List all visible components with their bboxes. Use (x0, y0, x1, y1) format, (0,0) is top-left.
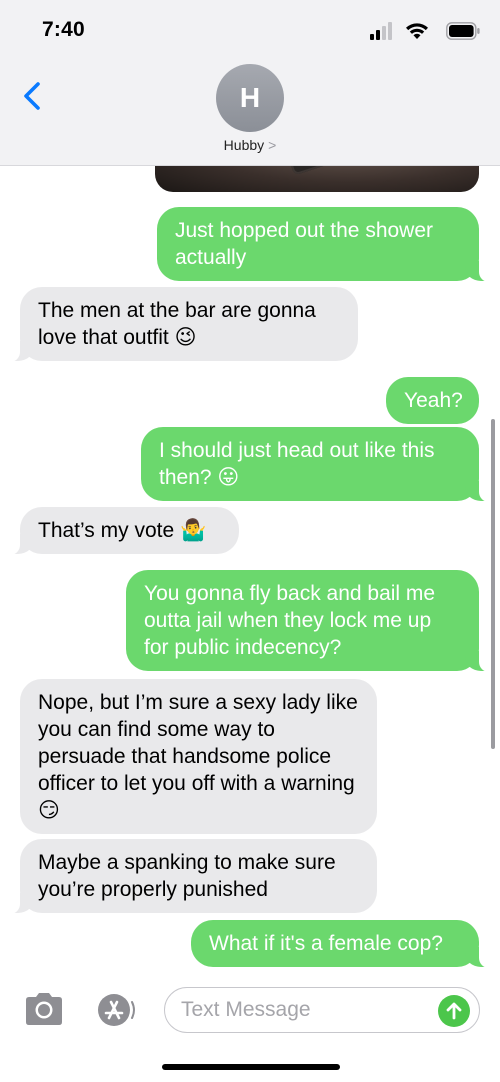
wifi-icon (406, 23, 428, 39)
camera-icon[interactable] (22, 991, 66, 1027)
message-text: I should just head out like this then? 😛 (159, 439, 435, 489)
conversation-header: 7:40 H Hubby > (0, 0, 500, 166)
contact-name[interactable]: Hubby > (0, 137, 500, 153)
scrollbar[interactable] (491, 419, 495, 749)
message-bubble-received[interactable]: That’s my vote 🤷‍♂️ (10, 507, 239, 555)
home-indicator[interactable] (162, 1064, 340, 1070)
message-text: Maybe a spanking to make sure you’re pro… (38, 851, 336, 901)
contact-name-label: Hubby (223, 137, 265, 153)
cellular-signal-icon (370, 22, 392, 40)
message-bubble-sent[interactable]: You gonna fly back and bail me outta jai… (126, 570, 489, 672)
message-text: Yeah? (404, 389, 463, 412)
message-bubble-sent[interactable]: Just hopped out the shower actually (157, 207, 489, 282)
message-text: The men at the bar are gonna love that o… (38, 299, 316, 349)
message-bubble-sent[interactable]: Yeah? (386, 377, 479, 424)
contact-avatar[interactable]: H (216, 64, 284, 132)
photo-attachment[interactable] (155, 166, 479, 192)
message-text: That’s my vote 🤷‍♂️ (38, 519, 207, 542)
back-chevron-icon[interactable] (18, 80, 46, 112)
chevron-right-icon: > (268, 137, 277, 153)
battery-icon (446, 22, 480, 40)
message-bubble-received[interactable]: Nope, but I’m sure a sexy lady like you … (20, 679, 377, 834)
message-text: You gonna fly back and bail me outta jai… (144, 582, 436, 659)
message-text: What if it's a female cop? (209, 932, 443, 955)
message-bubble-sent[interactable]: What if it's a female cop? (191, 920, 489, 968)
message-text: Just hopped out the shower actually (175, 219, 434, 269)
message-bubble-received[interactable]: Maybe a spanking to make sure you’re pro… (10, 839, 377, 914)
app-store-icon[interactable] (94, 992, 138, 1028)
status-time: 7:40 (42, 18, 85, 41)
message-bubble-sent[interactable]: I should just head out like this then? 😛 (141, 427, 489, 502)
arrow-up-icon (446, 1002, 462, 1020)
message-field[interactable] (164, 987, 480, 1033)
message-text: Nope, but I’m sure a sexy lady like you … (38, 691, 358, 822)
message-list[interactable]: Just hopped out the shower actually The … (0, 166, 500, 978)
message-input[interactable] (181, 996, 421, 1024)
message-bubble-received[interactable]: The men at the bar are gonna love that o… (10, 287, 358, 362)
send-button[interactable] (438, 995, 470, 1027)
